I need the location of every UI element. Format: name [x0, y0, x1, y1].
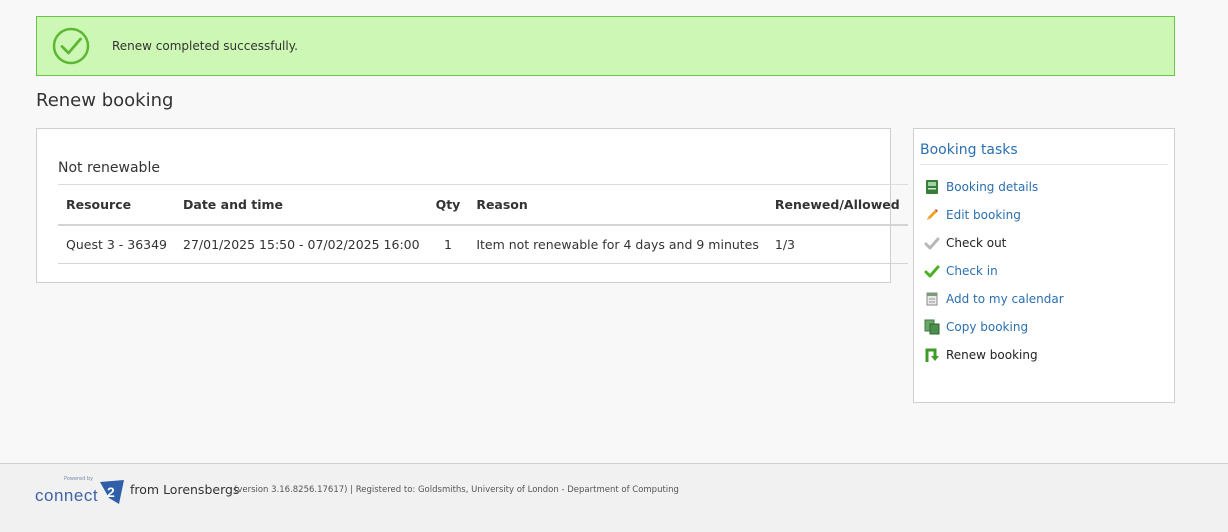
success-alert: Renew completed successfully.: [36, 16, 1175, 76]
connect2-logo[interactable]: Powered by connect 2: [35, 476, 127, 510]
cell-reason: Item not renewable for 4 days and 9 minu…: [468, 224, 767, 264]
footer: Powered by connect 2 from Lorensbergs (v…: [0, 463, 1228, 532]
renew-results-panel: Not renewable Resource Date and time Qty…: [36, 128, 908, 283]
column-header-reason: Reason: [468, 184, 767, 226]
logo-badge-icon: 2: [100, 480, 124, 504]
page: Renew completed successfully. Renew book…: [0, 0, 1228, 532]
task-add-to-calendar[interactable]: Add to my calendar: [924, 289, 1064, 309]
renew-table: Resource Date and time Qty Reason Renewe…: [58, 184, 908, 264]
column-header-date-time: Date and time: [175, 184, 428, 226]
task-label: Renew booking: [946, 348, 1038, 362]
footer-from: from Lorensbergs: [130, 482, 240, 497]
task-check-in[interactable]: Check in: [924, 261, 998, 281]
copy-icon: [924, 319, 940, 335]
task-label: Booking details: [946, 180, 1039, 194]
cell-date-time: 27/01/2025 15:50 - 07/02/2025 16:00: [175, 224, 428, 264]
logo-powered-by: Powered by: [64, 476, 93, 482]
panel-title: Not renewable: [58, 160, 160, 176]
booking-tasks-panel: Booking tasks Booking details Edit booki…: [913, 128, 1175, 403]
cell-qty: 1: [427, 224, 469, 264]
calendar-icon: [924, 291, 940, 307]
logo-badge-text: 2: [107, 484, 115, 500]
checkmark-green-icon: [924, 263, 940, 279]
logo-wordmark: connect: [35, 486, 99, 505]
footer-version-info: (version 3.16.8256.17617) | Registered t…: [234, 485, 679, 495]
task-edit-booking[interactable]: Edit booking: [924, 205, 1021, 225]
column-header-renewed-allowed: Renewed/Allowed: [766, 184, 908, 226]
task-label: Copy booking: [946, 320, 1029, 334]
column-header-resource: Resource: [58, 184, 176, 226]
pencil-icon: [924, 207, 940, 223]
checkmark-grey-icon: [924, 235, 940, 251]
column-header-qty: Qty: [427, 184, 469, 226]
check-circle-icon: [52, 27, 90, 65]
table-row: Quest 3 - 36349 27/01/2025 15:50 - 07/02…: [58, 224, 908, 264]
cell-renewed-allowed: 1/3: [766, 224, 908, 264]
table-header-row: Resource Date and time Qty Reason Renewe…: [58, 184, 908, 226]
task-check-out: Check out: [924, 233, 1006, 253]
task-label: Check in: [946, 264, 998, 278]
task-label: Edit booking: [946, 208, 1021, 222]
book-icon: [924, 179, 940, 195]
page-title: Renew booking: [36, 90, 174, 111]
renew-arrow-icon: [924, 347, 940, 363]
cell-resource: Quest 3 - 36349: [58, 224, 176, 264]
alert-message: Renew completed successfully.: [112, 39, 298, 53]
booking-tasks-title: Booking tasks: [920, 142, 1168, 165]
task-renew-booking: Renew booking: [924, 345, 1038, 365]
task-booking-details[interactable]: Booking details: [924, 177, 1038, 197]
task-label: Check out: [946, 236, 1007, 250]
task-label: Add to my calendar: [946, 292, 1064, 306]
task-copy-booking[interactable]: Copy booking: [924, 317, 1028, 337]
